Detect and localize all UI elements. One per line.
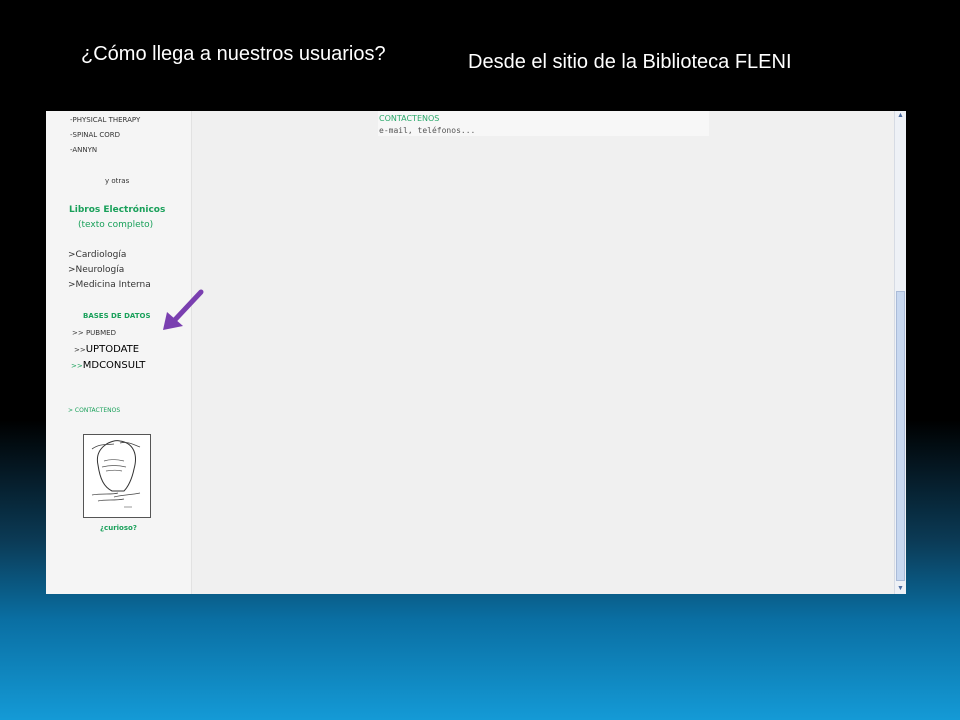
mdconsult-prefix: >> (71, 362, 83, 370)
sidebar-item-neurologia[interactable]: >Neurología (68, 265, 124, 275)
sidebar-item-mdconsult[interactable]: >>MDCONSULT (71, 360, 145, 371)
scroll-down-icon[interactable]: ▼ (896, 584, 905, 594)
main-content: CONTACTENOS e-mail, teléfonos... (192, 111, 895, 594)
sketch-head-image[interactable] (83, 434, 151, 518)
sidebar-y-otras[interactable]: y otras (105, 177, 129, 185)
ebooks-heading: Libros Electrónicos (69, 205, 166, 215)
sidebar-item-cardiologia[interactable]: >Cardiología (68, 250, 126, 260)
browser-screenshot: -PHYSICAL THERAPY -SPINAL CORD -ANNYN y … (46, 111, 906, 594)
sidebar-item-spinal-cord[interactable]: -SPINAL CORD (70, 131, 120, 139)
contact-panel[interactable]: CONTACTENOS e-mail, teléfonos... (378, 111, 709, 136)
sidebar-item-annyn[interactable]: -ANNYN (70, 146, 97, 154)
sidebar-item-pubmed[interactable]: >> PUBMED (72, 329, 116, 337)
contact-title: CONTACTENOS (379, 114, 440, 123)
scroll-up-icon[interactable]: ▲ (896, 111, 905, 121)
uptodate-prefix: >> (74, 346, 86, 354)
mdconsult-label: MDCONSULT (82, 360, 146, 371)
databases-heading: BASES DE DATOS (83, 312, 151, 320)
vertical-scrollbar[interactable]: ▲ ▼ (894, 111, 906, 594)
contact-subtitle: e-mail, teléfonos... (379, 126, 476, 135)
sidebar-item-medicina-interna[interactable]: >Medicina Interna (68, 280, 151, 290)
arrow-down-left-icon (163, 289, 204, 330)
sidebar-contact-link[interactable]: > CONTACTENOS (68, 407, 120, 414)
scroll-thumb[interactable] (896, 291, 905, 581)
slide-title-left: ¿Cómo llega a nuestros usuarios? (81, 43, 386, 65)
sketch-head-drawing (91, 440, 141, 508)
sidebar: -PHYSICAL THERAPY -SPINAL CORD -ANNYN y … (46, 111, 192, 594)
sidebar-item-physical-therapy[interactable]: -PHYSICAL THERAPY (70, 116, 140, 124)
slide-title-right: Desde el sitio de la Biblioteca FLENI (468, 51, 792, 73)
ebooks-subheading: (texto completo) (78, 220, 154, 230)
curioso-link[interactable]: ¿curioso? (100, 524, 137, 532)
uptodate-label: UPTODATE (85, 344, 140, 355)
sidebar-item-uptodate[interactable]: >>UPTODATE (74, 344, 139, 355)
